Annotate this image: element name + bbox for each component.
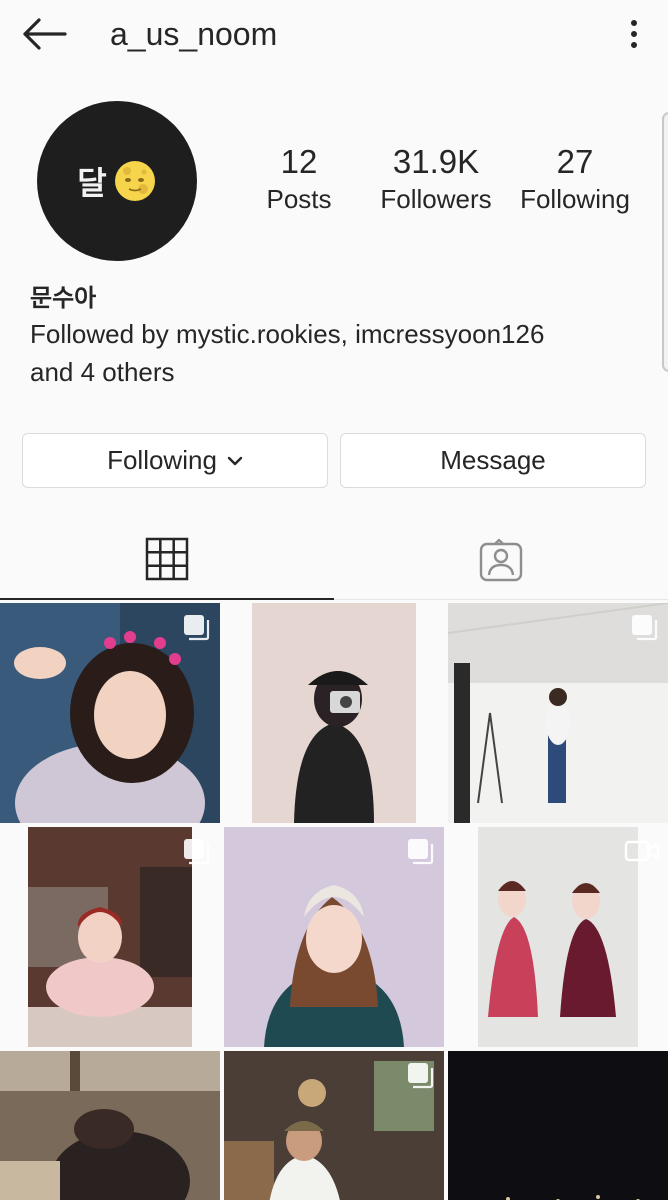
message-button[interactable]: Message (340, 433, 646, 488)
vertical-dots-icon (631, 20, 637, 26)
following-button[interactable]: Following (22, 433, 328, 488)
tagged-person-icon (479, 538, 523, 582)
more-options-button[interactable] (616, 12, 652, 56)
following-button-label: Following (107, 445, 217, 475)
post-thumbnail[interactable] (0, 827, 220, 1047)
post-photo (448, 1051, 668, 1200)
followers-count[interactable]: 31.9K Followers (376, 142, 496, 216)
post-thumbnail[interactable] (0, 603, 220, 823)
posts-grid (0, 603, 668, 1200)
post-thumbnail[interactable] (224, 1051, 444, 1200)
back-button[interactable] (18, 12, 70, 56)
followed-by-text[interactable]: Followed by mystic.rookies, imcressyoon1… (30, 315, 590, 391)
grid-icon (145, 537, 189, 581)
post-thumbnail[interactable] (224, 827, 444, 1047)
post-thumbnail[interactable] (448, 827, 668, 1047)
post-photo (0, 1051, 220, 1200)
multiple-photos-icon (408, 1063, 434, 1089)
moon-face-icon (114, 161, 155, 201)
posts-count: 12 Posts (250, 142, 348, 216)
multiple-photos-icon (184, 839, 210, 865)
message-button-label: Message (440, 445, 546, 475)
following-count-label: Following (520, 184, 630, 214)
top-bar: a_us_noom (0, 0, 668, 68)
posts-count-label: Posts (266, 184, 332, 214)
avatar[interactable]: 달 (37, 101, 197, 261)
video-icon (624, 840, 660, 862)
display-name: 문수아 (30, 284, 97, 312)
arrow-left-icon (23, 18, 67, 50)
posts-count-value: 12 (280, 143, 318, 180)
multiple-photos-icon (184, 615, 210, 641)
following-count-value: 27 (556, 143, 594, 180)
tab-tagged[interactable] (334, 520, 668, 600)
post-thumbnail[interactable] (224, 603, 444, 823)
post-thumbnail[interactable] (448, 603, 668, 823)
edge-panel-handle[interactable] (662, 112, 668, 372)
avatar-text: 달 (77, 164, 107, 202)
profile-username: a_us_noom (110, 16, 278, 52)
tab-grid[interactable] (0, 520, 334, 600)
following-count[interactable]: 27 Following (514, 142, 636, 216)
followers-count-value: 31.9K (392, 143, 480, 180)
post-thumbnail[interactable] (0, 1051, 220, 1200)
profile-tabs (0, 520, 668, 600)
post-photo (224, 603, 444, 823)
chevron-down-icon (227, 456, 243, 465)
multiple-photos-icon (632, 615, 658, 641)
multiple-photos-icon (408, 839, 434, 865)
post-thumbnail[interactable] (448, 1051, 668, 1200)
followers-count-label: Followers (380, 184, 492, 214)
